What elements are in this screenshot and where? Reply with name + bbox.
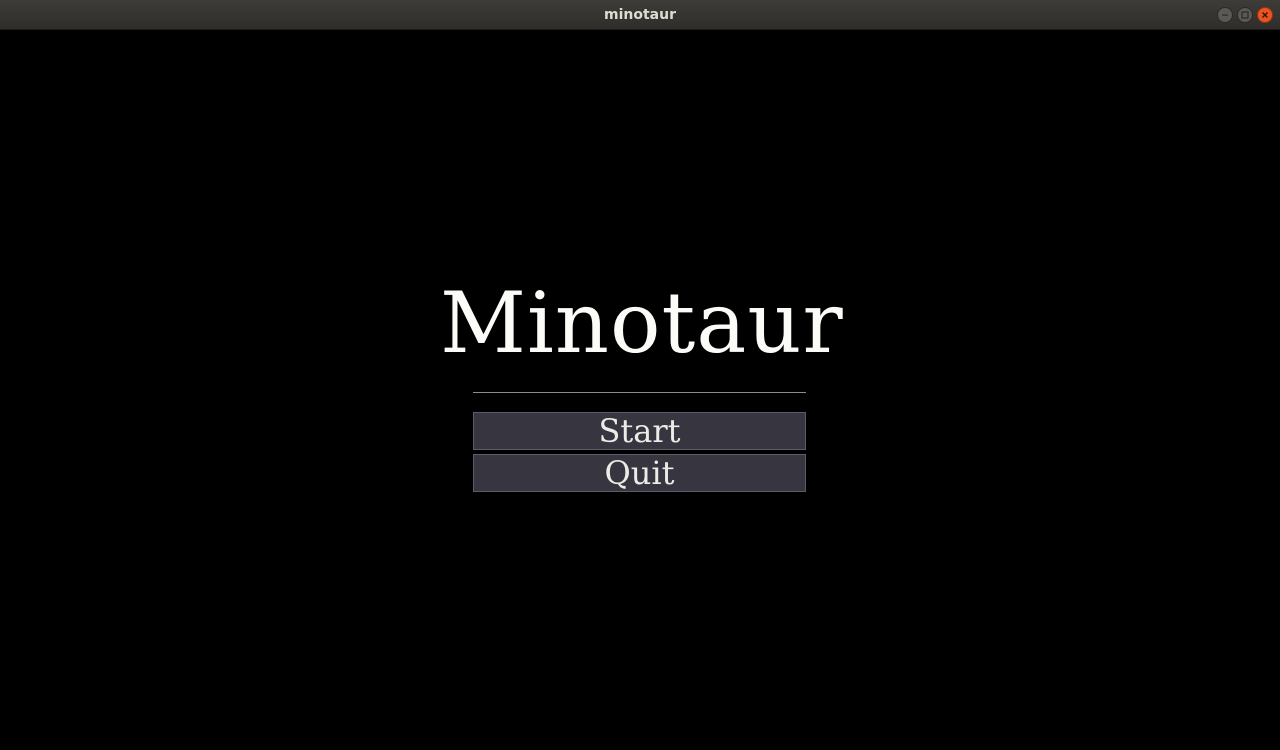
quit-button[interactable]: Quit	[473, 454, 806, 492]
game-title: Minotaur	[440, 274, 844, 372]
title-divider	[473, 392, 806, 393]
maximize-icon	[1241, 11, 1249, 19]
maximize-button[interactable]	[1237, 7, 1253, 23]
start-button[interactable]: Start	[473, 412, 806, 450]
game-viewport: Minotaur Start Quit	[0, 30, 1280, 750]
close-button[interactable]	[1257, 7, 1273, 23]
minimize-icon	[1222, 14, 1228, 16]
minimize-button[interactable]	[1217, 7, 1233, 23]
application-window: minotaur Minotaur Start Quit	[0, 0, 1280, 750]
close-icon	[1262, 12, 1268, 18]
window-titlebar[interactable]: minotaur	[0, 0, 1280, 30]
window-title: minotaur	[604, 7, 676, 23]
